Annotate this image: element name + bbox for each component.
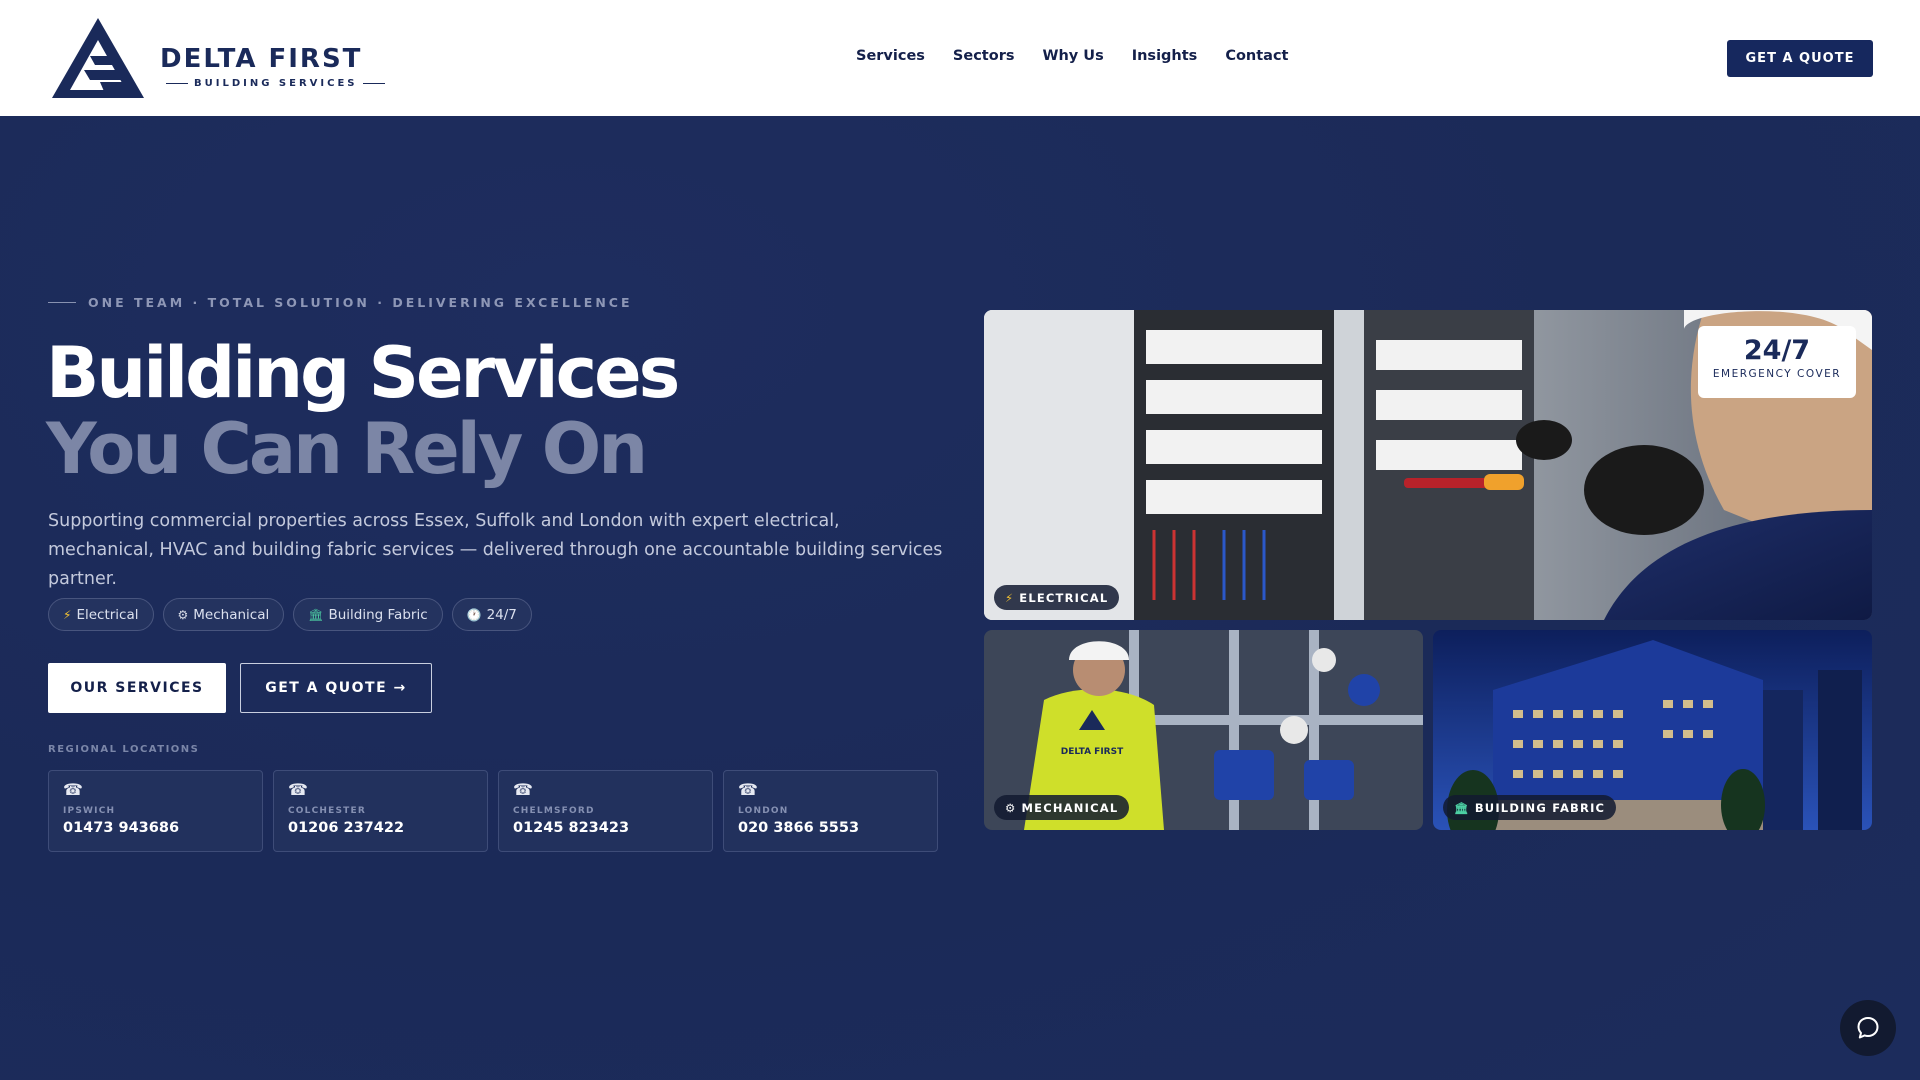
chip-electrical[interactable]: ⚡ Electrical	[48, 598, 154, 631]
our-services-button[interactable]: OUR SERVICES	[48, 663, 226, 713]
main-nav: Services Sectors Why Us Insights Contact	[856, 48, 1288, 64]
emergency-cover-card: 24/7 EMERGENCY COVER	[1698, 326, 1856, 398]
mechanical-image: DELTA FIRST ⚙ MECHANICAL	[984, 630, 1423, 830]
location-card-chelmsford[interactable]: ☎ CHELMSFORD 01245 823423	[498, 770, 713, 852]
site-header: DELTA FIRST BUILDING SERVICES Services S…	[0, 0, 1920, 116]
mechanical-badge: ⚙ MECHANICAL	[994, 795, 1130, 820]
gear-icon: ⚙	[177, 607, 189, 622]
brand-name: DELTA FIRST	[160, 44, 363, 74]
nav-services[interactable]: Services	[856, 48, 925, 64]
nav-contact[interactable]: Contact	[1225, 48, 1288, 64]
chip-24-7[interactable]: 🕐 24/7	[451, 598, 532, 631]
location-city: COLCHESTER	[288, 806, 366, 816]
phone-icon: ☎	[288, 782, 308, 799]
clock-icon: 🕐	[466, 607, 482, 622]
vest-text: DELTA FIRST	[1061, 747, 1124, 757]
phone-icon: ☎	[513, 782, 533, 799]
electrical-badge: ⚡ ELECTRICAL	[994, 585, 1120, 610]
hero-title: Building Services	[46, 332, 680, 414]
nav-insights[interactable]: Insights	[1132, 48, 1198, 64]
chip-label: Building Fabric	[328, 606, 428, 623]
building-fabric-badge-label: BUILDING FABRIC	[1474, 800, 1606, 815]
chat-bubble-icon	[1857, 1017, 1879, 1039]
building-icon: 🏛	[1454, 800, 1470, 815]
hero-title-accent: You Can Rely On	[46, 408, 648, 490]
chip-label: Electrical	[76, 606, 139, 623]
location-card-london[interactable]: ☎ LONDON 020 3866 5553	[723, 770, 938, 852]
eyebrow-text: ONE TEAM · TOTAL SOLUTION · DELIVERING E…	[88, 295, 633, 310]
service-chips: ⚡ Electrical ⚙ Mechanical 🏛 Building Fab…	[48, 598, 532, 631]
electrical-image: ⚡ ELECTRICAL 24/7 EMERGENCY COVER	[984, 310, 1872, 620]
brand-tagline: BUILDING SERVICES	[160, 78, 363, 89]
nav-sectors[interactable]: Sectors	[953, 48, 1015, 64]
phone-icon: ☎	[738, 782, 758, 799]
regional-locations: ☎ IPSWICH 01473 943686 ☎ COLCHESTER 0120…	[48, 770, 938, 852]
location-card-colchester[interactable]: ☎ COLCHESTER 01206 237422	[273, 770, 488, 852]
delta-logo-icon	[52, 18, 144, 98]
location-card-ipswich[interactable]: ☎ IPSWICH 01473 943686	[48, 770, 263, 852]
building-icon: 🏛	[308, 607, 324, 622]
hero-description: Supporting commercial properties across …	[48, 511, 943, 589]
mechanical-badge-label: MECHANICAL	[1021, 800, 1119, 815]
chip-building-fabric[interactable]: 🏛 Building Fabric	[293, 598, 443, 631]
chip-mechanical[interactable]: ⚙ Mechanical	[162, 598, 285, 631]
chip-label: Mechanical	[193, 606, 270, 623]
building-fabric-image: 🏛 BUILDING FABRIC	[1433, 630, 1872, 830]
location-phone[interactable]: 01206 237422	[288, 820, 473, 836]
location-city: CHELMSFORD	[513, 806, 595, 816]
location-phone[interactable]: 020 3866 5553	[738, 820, 923, 836]
chip-label: 24/7	[486, 606, 517, 623]
bolt-icon: ⚡	[1005, 590, 1015, 605]
cover-subtitle: EMERGENCY COVER	[1712, 368, 1842, 380]
phone-icon: ☎	[63, 782, 83, 799]
hero-get-quote-button[interactable]: GET A QUOTE →	[240, 663, 432, 713]
nav-why-us[interactable]: Why Us	[1042, 48, 1103, 64]
regional-locations-label: REGIONAL LOCATIONS	[48, 744, 200, 755]
hero-eyebrow: ONE TEAM · TOTAL SOLUTION · DELIVERING E…	[48, 295, 633, 310]
electrical-badge-label: ELECTRICAL	[1019, 590, 1109, 605]
brand-logo[interactable]: DELTA FIRST BUILDING SERVICES	[48, 14, 368, 100]
location-phone[interactable]: 01473 943686	[63, 820, 248, 836]
eyebrow-divider	[48, 302, 76, 303]
cover-title: 24/7	[1743, 335, 1811, 366]
get-quote-button[interactable]: GET A QUOTE	[1727, 40, 1873, 77]
bolt-icon: ⚡	[63, 607, 72, 622]
location-phone[interactable]: 01245 823423	[513, 820, 698, 836]
location-city: IPSWICH	[63, 806, 116, 816]
location-city: LONDON	[738, 806, 789, 816]
chat-launcher-button[interactable]	[1840, 1000, 1896, 1056]
building-fabric-badge: 🏛 BUILDING FABRIC	[1443, 795, 1617, 820]
gear-icon: ⚙	[1005, 800, 1017, 815]
